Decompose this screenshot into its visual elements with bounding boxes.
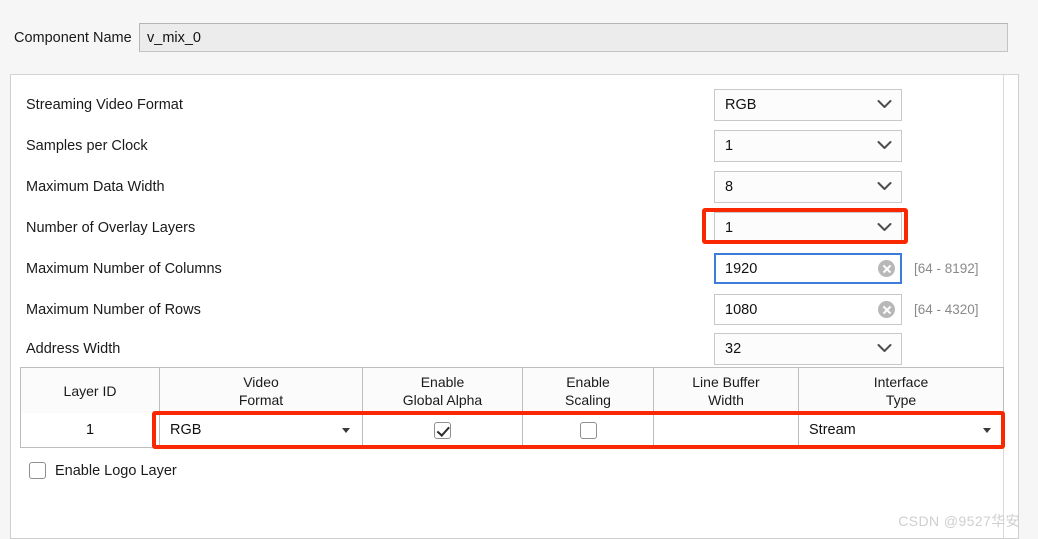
- th-enable-scaling-line1: Enable: [566, 373, 610, 390]
- checkbox-enable-global-alpha[interactable]: [434, 421, 451, 439]
- combo-number-of-overlay-layers[interactable]: 1: [714, 212, 902, 244]
- cell-enable-scaling: [523, 413, 654, 447]
- component-name-input[interactable]: [139, 23, 1008, 52]
- cell-line-buffer-width[interactable]: [654, 413, 799, 447]
- combo-value-number-of-overlay-layers: 1: [725, 220, 734, 236]
- cell-layer-id: 1: [21, 413, 160, 447]
- input-value-maximum-number-of-rows: 1080: [725, 301, 758, 318]
- triangle-down-icon: [342, 427, 350, 433]
- th-enable-global-alpha-line1: Enable: [420, 373, 465, 390]
- th-enable-scaling: Enable Scaling: [523, 368, 654, 413]
- label-maximum-number-of-columns: Maximum Number of Columns: [26, 261, 222, 277]
- combo-streaming-video-format[interactable]: RGB: [714, 89, 902, 121]
- config-panel: Streaming Video Format RGB Samples per C…: [10, 74, 1019, 539]
- layer-table: Layer ID Video Format Enable Global Alph…: [20, 367, 1004, 448]
- component-name-label: Component Name: [14, 30, 132, 46]
- combo-samples-per-clock[interactable]: 1: [714, 130, 902, 162]
- combo-layer-interface-type[interactable]: Stream: [799, 413, 1003, 447]
- enable-logo-layer-label: Enable Logo Layer: [55, 462, 177, 479]
- combo-value-layer-video-format: RGB: [170, 422, 202, 438]
- th-line-buffer-width-line1: Line Buffer: [692, 373, 760, 390]
- th-layer-id-line1: Layer ID: [63, 382, 117, 399]
- chevron-down-icon: [877, 341, 892, 357]
- vivado-ip-config-window: Component Name Streaming Video Format RG…: [0, 0, 1038, 539]
- th-enable-global-alpha-line2: Global Alpha: [402, 391, 483, 408]
- cell-video-format: RGB: [160, 413, 363, 447]
- th-line-buffer-width: Line Buffer Width: [654, 368, 799, 413]
- input-value-maximum-number-of-columns: 1920: [725, 260, 758, 277]
- combo-value-layer-interface-type: Stream: [809, 422, 856, 438]
- th-interface-type: Interface Type: [799, 368, 1003, 413]
- th-video-format: Video Format: [160, 368, 363, 413]
- th-enable-global-alpha: Enable Global Alpha: [363, 368, 523, 413]
- enable-logo-layer-row[interactable]: Enable Logo Layer: [29, 462, 177, 479]
- table-row: 1 RGB Stream: [21, 413, 1003, 447]
- label-maximum-number-of-rows: Maximum Number of Rows: [26, 302, 201, 318]
- combo-value-address-width: 32: [725, 341, 742, 357]
- checkbox-enable-logo-layer[interactable]: [29, 462, 46, 479]
- th-interface-type-line1: Interface: [873, 373, 929, 390]
- chevron-down-icon: [877, 97, 892, 113]
- watermark: CSDN @9527华安: [898, 513, 1020, 529]
- label-maximum-data-width: Maximum Data Width: [26, 179, 165, 195]
- range-hint-maximum-number-of-columns: [64 - 8192]: [914, 261, 979, 276]
- th-video-format-line1: Video: [243, 373, 279, 390]
- clear-icon[interactable]: [878, 260, 895, 277]
- layer-table-header-row: Layer ID Video Format Enable Global Alph…: [21, 368, 1003, 414]
- component-name-row: Component Name: [0, 22, 1038, 66]
- cell-enable-global-alpha: [363, 413, 523, 447]
- cell-interface-type: Stream: [799, 413, 1003, 447]
- label-samples-per-clock: Samples per Clock: [26, 138, 148, 154]
- clear-icon[interactable]: [878, 301, 895, 318]
- range-hint-maximum-number-of-rows: [64 - 4320]: [914, 302, 979, 317]
- chevron-down-icon: [877, 138, 892, 154]
- chevron-down-icon: [877, 220, 892, 236]
- checkbox-enable-scaling[interactable]: [579, 421, 597, 439]
- label-streaming-video-format: Streaming Video Format: [26, 97, 183, 113]
- input-maximum-number-of-columns[interactable]: 1920: [714, 253, 902, 284]
- chevron-down-icon: [877, 179, 892, 195]
- label-number-of-overlay-layers: Number of Overlay Layers: [26, 220, 196, 236]
- combo-maximum-data-width[interactable]: 8: [714, 171, 902, 203]
- th-line-buffer-width-line2: Width: [708, 391, 744, 408]
- th-layer-id: Layer ID: [21, 368, 160, 413]
- triangle-down-icon: [983, 427, 991, 433]
- label-address-width: Address Width: [26, 341, 121, 357]
- th-interface-type-line2: Type: [885, 391, 917, 408]
- cell-layer-id-value: 1: [85, 422, 95, 438]
- combo-layer-video-format[interactable]: RGB: [160, 413, 362, 447]
- combo-value-samples-per-clock: 1: [725, 138, 734, 154]
- th-video-format-line2: Format: [238, 391, 284, 408]
- input-maximum-number-of-rows[interactable]: 1080: [714, 294, 902, 325]
- combo-value-maximum-data-width: 8: [725, 179, 734, 195]
- combo-address-width[interactable]: 32: [714, 333, 902, 365]
- th-enable-scaling-line2: Scaling: [565, 391, 611, 408]
- combo-value-streaming-video-format: RGB: [725, 97, 757, 113]
